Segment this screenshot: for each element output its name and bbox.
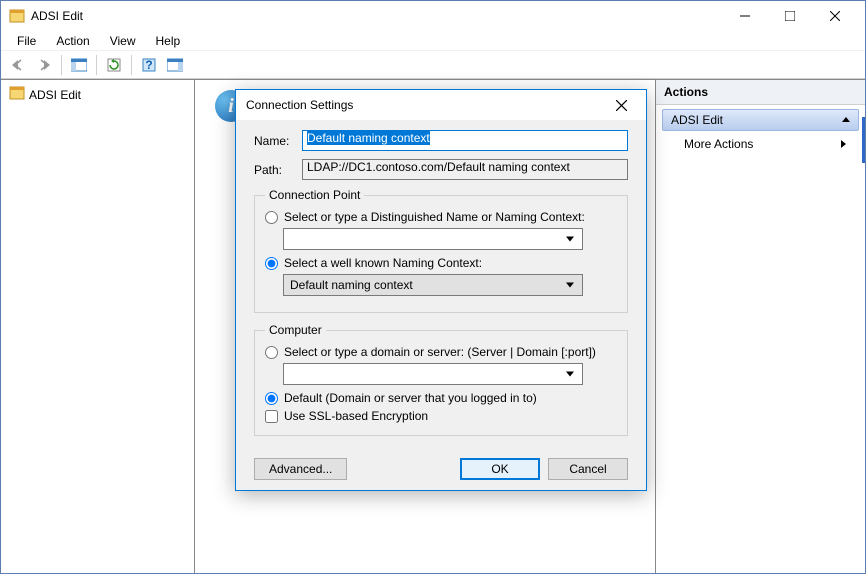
connection-settings-dialog: Connection Settings Name: Default naming… <box>235 89 647 491</box>
menu-action[interactable]: Action <box>48 32 97 50</box>
action-more-label: More Actions <box>684 137 753 151</box>
scrollbar-indicator <box>862 117 865 163</box>
cancel-button[interactable]: Cancel <box>548 458 628 480</box>
radio-wk-label: Select a well known Naming Context: <box>284 256 482 270</box>
refresh-button[interactable] <box>103 54 125 76</box>
menubar: File Action View Help <box>1 31 865 51</box>
ok-button[interactable]: OK <box>460 458 540 480</box>
action-pane: Actions ADSI Edit More Actions <box>656 80 865 573</box>
radio-domain-server[interactable] <box>265 346 278 359</box>
collapse-icon <box>842 113 850 127</box>
help-button[interactable]: ? <box>138 54 160 76</box>
name-input[interactable]: Default naming context <box>302 130 628 151</box>
dialog-titlebar: Connection Settings <box>236 90 646 120</box>
connection-point-legend: Connection Point <box>265 188 364 202</box>
action-more-actions[interactable]: More Actions <box>662 131 859 157</box>
action-group-adsi-edit[interactable]: ADSI Edit <box>662 109 859 131</box>
combo-distinguished-name[interactable] <box>283 228 583 250</box>
checkbox-ssl[interactable] <box>265 410 278 423</box>
tree-root-adsi-edit[interactable]: ADSI Edit <box>5 84 190 105</box>
radio-well-known-context[interactable] <box>265 257 278 270</box>
maximize-button[interactable] <box>767 2 812 30</box>
chevron-right-icon <box>841 137 847 151</box>
show-hide-tree-button[interactable] <box>68 54 90 76</box>
connection-point-group: Connection Point Select or type a Distin… <box>254 188 628 313</box>
tree-pane: ADSI Edit <box>1 80 195 573</box>
menu-view[interactable]: View <box>102 32 144 50</box>
menu-help[interactable]: Help <box>148 32 189 50</box>
radio-default-label: Default (Domain or server that you logge… <box>284 391 537 405</box>
back-button[interactable] <box>7 54 29 76</box>
computer-legend: Computer <box>265 323 326 337</box>
toolbar: ? <box>1 51 865 79</box>
tree-root-label: ADSI Edit <box>29 88 81 102</box>
name-label: Name: <box>254 134 294 148</box>
adsi-edit-icon <box>9 85 25 104</box>
computer-group: Computer Select or type a domain or serv… <box>254 323 628 436</box>
window-title: ADSI Edit <box>31 9 722 23</box>
combo-domain-server[interactable] <box>283 363 583 385</box>
svg-text:?: ? <box>145 58 152 72</box>
radio-default-computer[interactable] <box>265 392 278 405</box>
app-icon <box>9 8 25 24</box>
actions-header: Actions <box>656 80 865 105</box>
window-titlebar: ADSI Edit <box>1 1 865 31</box>
forward-button[interactable] <box>33 54 55 76</box>
minimize-button[interactable] <box>722 2 767 30</box>
radio-distinguished-name[interactable] <box>265 211 278 224</box>
radio-domain-label: Select or type a domain or server: (Serv… <box>284 345 596 359</box>
toolbar-divider <box>61 55 62 75</box>
close-button[interactable] <box>812 2 857 30</box>
dialog-title: Connection Settings <box>246 98 606 112</box>
combo-well-known-context[interactable]: Default naming context <box>283 274 583 296</box>
show-hide-action-pane-button[interactable] <box>164 54 186 76</box>
path-label: Path: <box>254 163 294 177</box>
dialog-close-button[interactable] <box>606 91 636 119</box>
toolbar-divider <box>96 55 97 75</box>
radio-dn-label: Select or type a Distinguished Name or N… <box>284 210 585 224</box>
path-input: LDAP://DC1.contoso.com/Default naming co… <box>302 159 628 180</box>
advanced-button[interactable]: Advanced... <box>254 458 347 480</box>
action-group-label: ADSI Edit <box>671 113 723 127</box>
toolbar-divider <box>131 55 132 75</box>
menu-file[interactable]: File <box>9 32 44 50</box>
checkbox-ssl-label: Use SSL-based Encryption <box>284 409 428 423</box>
